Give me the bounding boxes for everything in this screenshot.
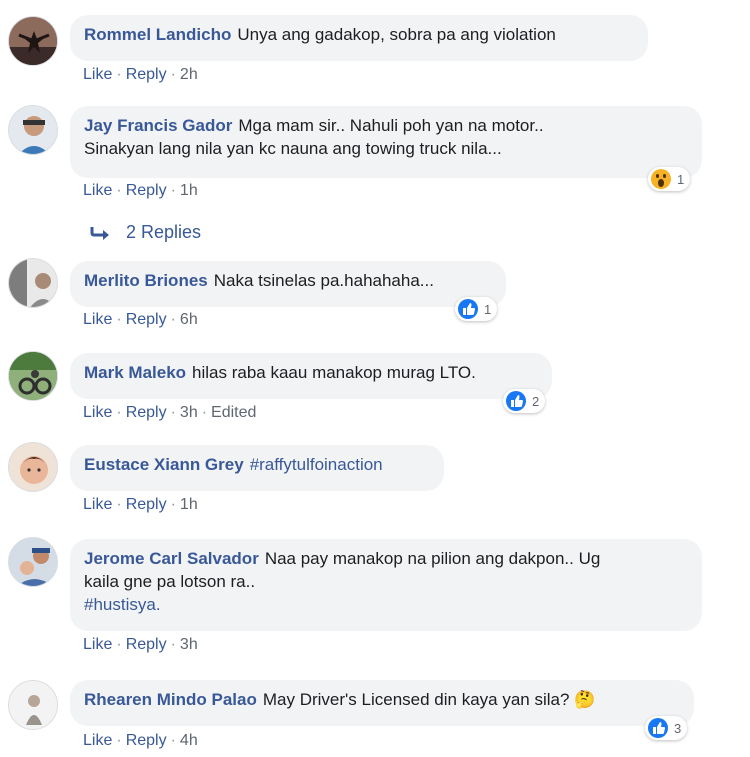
- reply-button[interactable]: Reply: [126, 404, 167, 421]
- avatar[interactable]: [8, 351, 58, 401]
- hashtag-link[interactable]: #hustisya.: [84, 595, 161, 614]
- like-icon: [458, 299, 478, 319]
- comment-actions: Like · Reply · 3h · Edited: [83, 404, 257, 421]
- comment-actions: Like · Reply · 1h: [83, 496, 198, 513]
- reply-button[interactable]: Reply: [126, 182, 167, 199]
- reaction-count: 3: [674, 720, 682, 736]
- commenter-name[interactable]: Jerome Carl Salvador: [84, 549, 259, 568]
- edited-label[interactable]: Edited: [211, 404, 256, 421]
- commenter-name[interactable]: Rhearen Mindo Palao: [84, 690, 257, 709]
- comment-bubble: Jay Francis Gador Mga mam sir.. Nahuli po…: [70, 106, 702, 178]
- timestamp[interactable]: 3h: [180, 404, 198, 421]
- comment-text: Unya ang gadakop, sobra pa ang violation: [237, 25, 556, 44]
- comment-text-line-2: kaila gne pa lotson ra..: [84, 572, 256, 591]
- view-replies-link[interactable]: 2 Replies: [90, 222, 201, 243]
- timestamp[interactable]: 1h: [180, 496, 198, 513]
- reply-button[interactable]: Reply: [126, 311, 167, 328]
- avatar[interactable]: [8, 105, 58, 155]
- comment-text-line-2: Sinakyan lang nila yan kc nauna ang towi…: [84, 139, 502, 158]
- commenter-name[interactable]: Rommel Landicho: [84, 25, 231, 44]
- reply-button[interactable]: Reply: [126, 636, 167, 653]
- reply-button[interactable]: Reply: [126, 66, 167, 83]
- like-button[interactable]: Like: [83, 636, 112, 653]
- reply-button[interactable]: Reply: [126, 732, 167, 749]
- timestamp[interactable]: 1h: [180, 182, 198, 199]
- avatar[interactable]: [8, 442, 58, 492]
- like-button[interactable]: Like: [83, 182, 112, 199]
- commenter-name[interactable]: Mark Maleko: [84, 363, 186, 382]
- like-button[interactable]: Like: [83, 404, 112, 421]
- comment-bubble: Eustace Xiann Grey #raffytulfoinaction: [70, 445, 444, 491]
- comment-text: hilas raba kaau manakop murag LTO.: [192, 363, 476, 382]
- like-button[interactable]: Like: [83, 311, 112, 328]
- comment-text-line-1: Mga mam sir.. Nahuli poh yan na motor..: [238, 116, 544, 135]
- comment-bubble: Rommel Landicho Unya ang gadakop, sobra p…: [70, 15, 648, 61]
- thinking-emoji: 🤔: [574, 690, 596, 709]
- avatar[interactable]: [8, 537, 58, 587]
- reaction-summary[interactable]: 2: [503, 389, 546, 413]
- comment-bubble: Jerome Carl Salvador Naa pay manakop na p…: [70, 539, 702, 631]
- comment-actions: Like · Reply · 3h: [83, 636, 198, 653]
- like-button[interactable]: Like: [83, 496, 112, 513]
- like-button[interactable]: Like: [83, 66, 112, 83]
- commenter-name[interactable]: Merlito Briones: [84, 271, 208, 290]
- comment-text: May Driver's Licensed din kaya yan sila?: [262, 690, 570, 709]
- comment-actions: Like · Reply · 1h: [83, 182, 198, 199]
- timestamp[interactable]: 6h: [180, 311, 198, 328]
- comment-actions: Like · Reply · 4h: [83, 732, 198, 749]
- comment-text-line-1: Naa pay manakop na pilion ang dakpon.. U…: [264, 549, 601, 568]
- like-icon: [648, 718, 668, 738]
- reaction-summary[interactable]: 1: [648, 167, 691, 191]
- wow-icon: [651, 169, 671, 189]
- avatar[interactable]: [8, 258, 58, 308]
- timestamp[interactable]: 3h: [180, 636, 198, 653]
- comment-bubble: Rhearen Mindo Palao May Driver's Licensed…: [70, 680, 694, 726]
- replies-count: 2 Replies: [126, 222, 202, 242]
- reply-button[interactable]: Reply: [126, 496, 167, 513]
- commenter-name[interactable]: Jay Francis Gador: [84, 116, 232, 135]
- like-icon: [506, 391, 526, 411]
- like-button[interactable]: Like: [83, 732, 112, 749]
- reaction-count: 1: [677, 171, 685, 187]
- avatar[interactable]: [8, 16, 58, 66]
- reaction-count: 1: [484, 301, 492, 317]
- avatar[interactable]: [8, 680, 58, 730]
- commenter-name[interactable]: Eustace Xiann Grey: [84, 455, 244, 474]
- comment-actions: Like · Reply · 6h: [83, 311, 198, 328]
- reaction-count: 2: [532, 393, 540, 409]
- comment-actions: Like · Reply · 2h: [83, 66, 198, 83]
- comment-text: Naka tsinelas pa.hahahaha...: [213, 271, 434, 290]
- reaction-summary[interactable]: 3: [645, 716, 688, 740]
- hashtag-link[interactable]: #raffytulfoinaction: [250, 455, 383, 474]
- timestamp[interactable]: 2h: [180, 66, 198, 83]
- timestamp[interactable]: 4h: [180, 732, 198, 749]
- reaction-summary[interactable]: 1: [455, 297, 498, 321]
- comment-bubble: Merlito Briones Naka tsinelas pa.hahahaha…: [70, 261, 506, 307]
- comment-bubble: Mark Maleko hilas raba kaau manakop murag…: [70, 353, 552, 399]
- reply-arrow-icon: [90, 226, 109, 240]
